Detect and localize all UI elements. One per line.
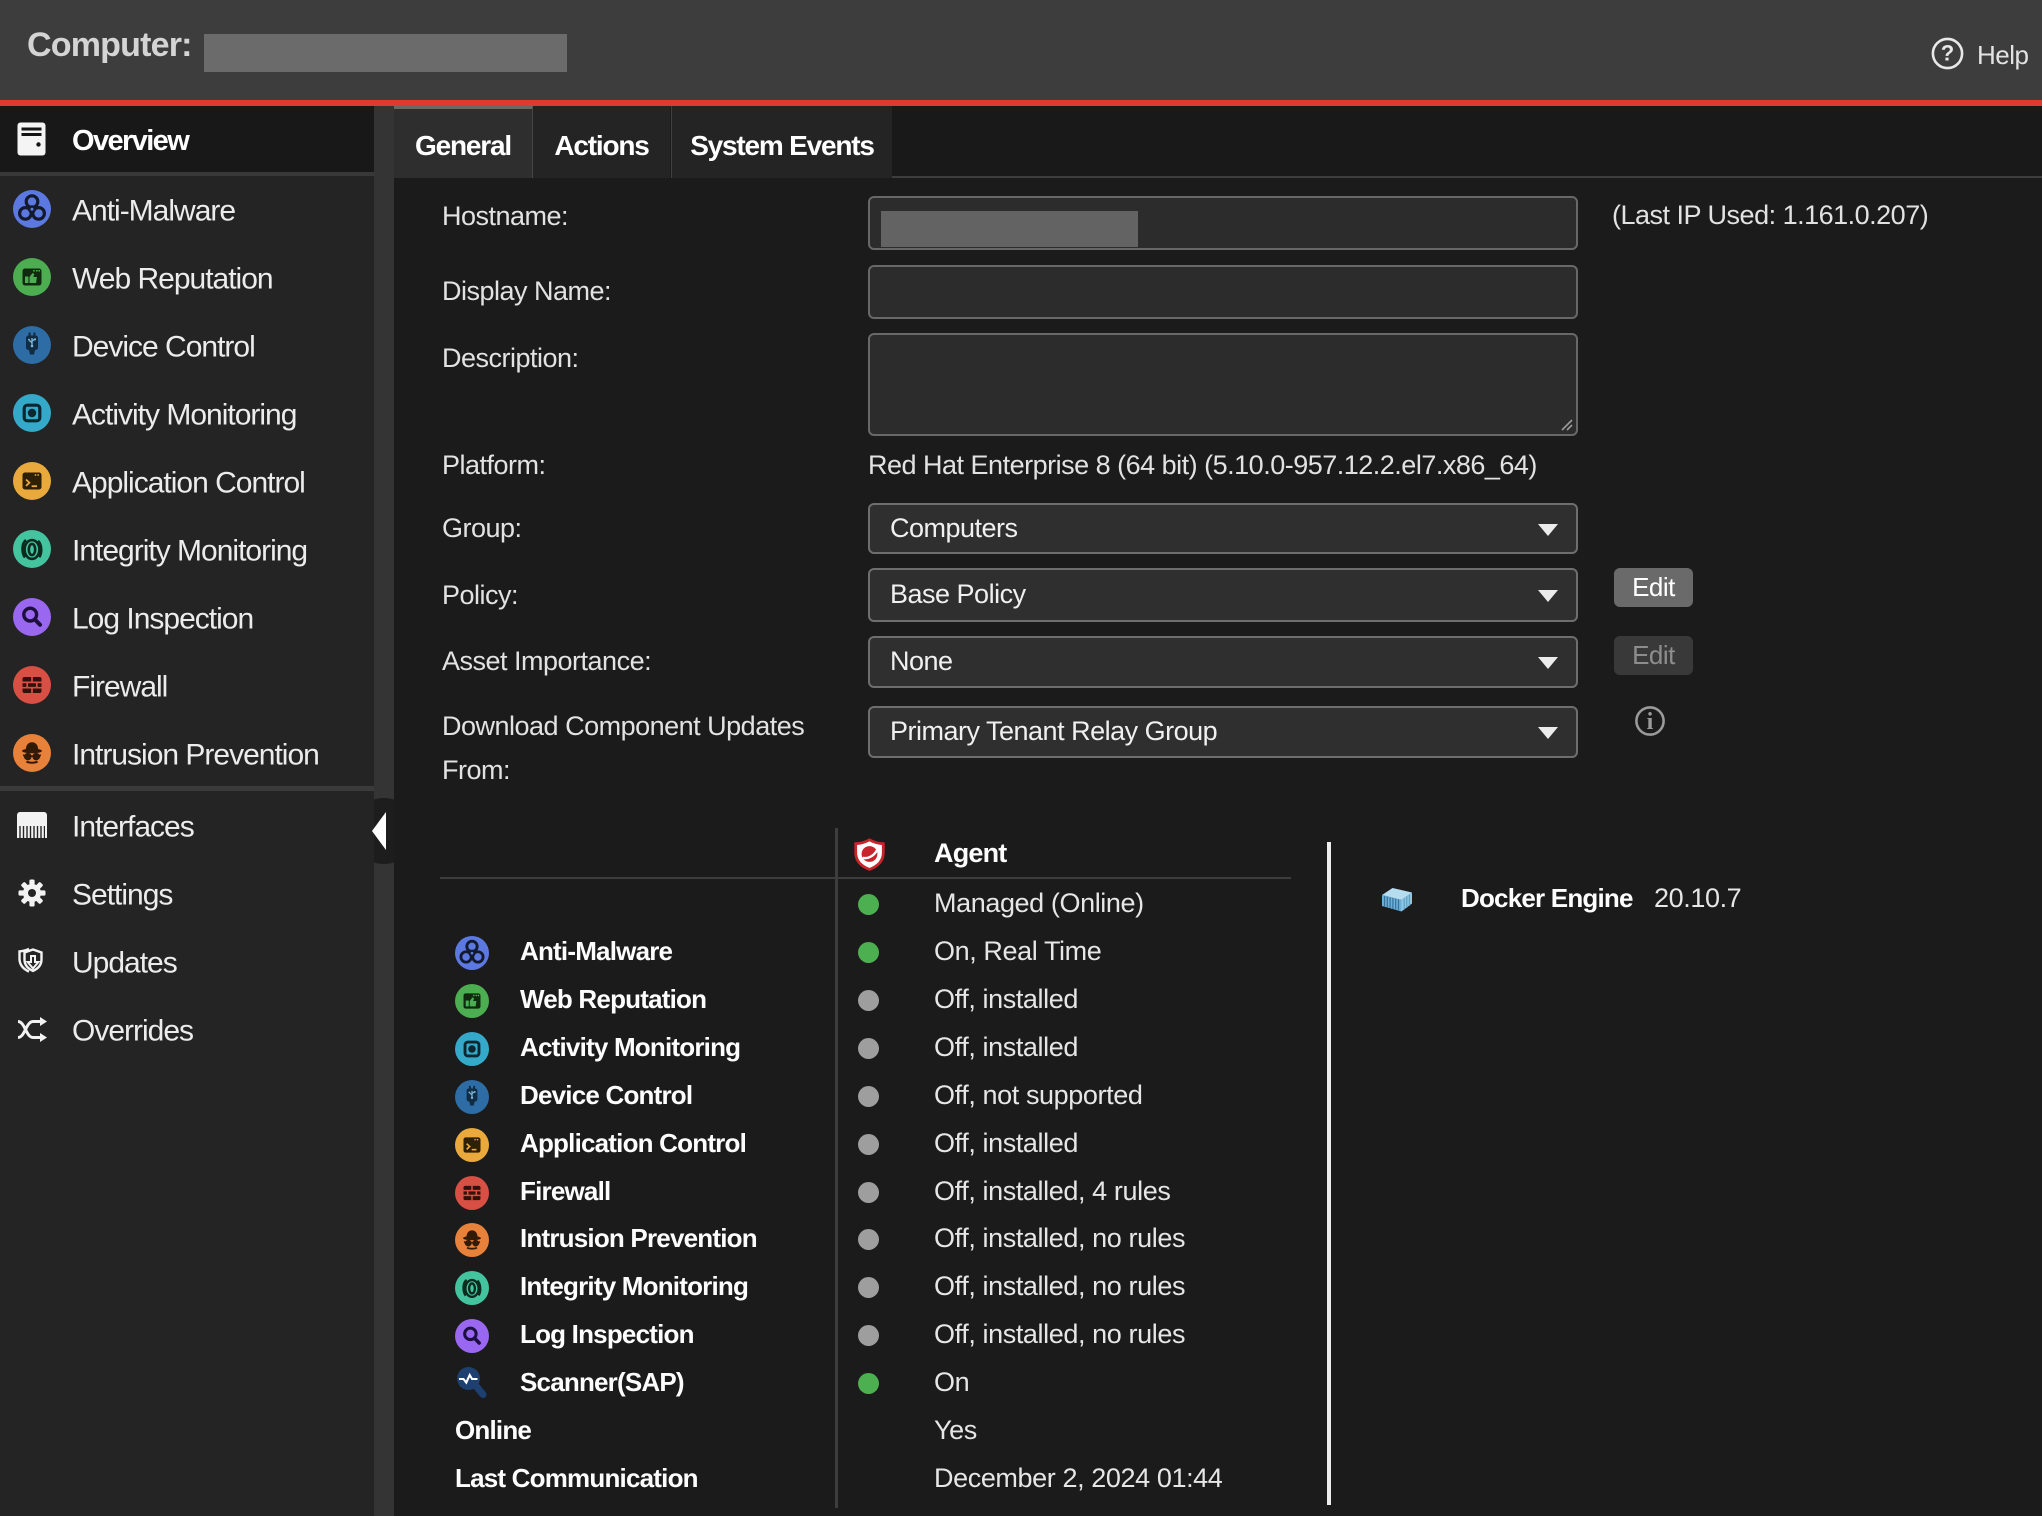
svg-text:i: i <box>1647 709 1654 735</box>
svg-text:?: ? <box>1941 41 1954 66</box>
